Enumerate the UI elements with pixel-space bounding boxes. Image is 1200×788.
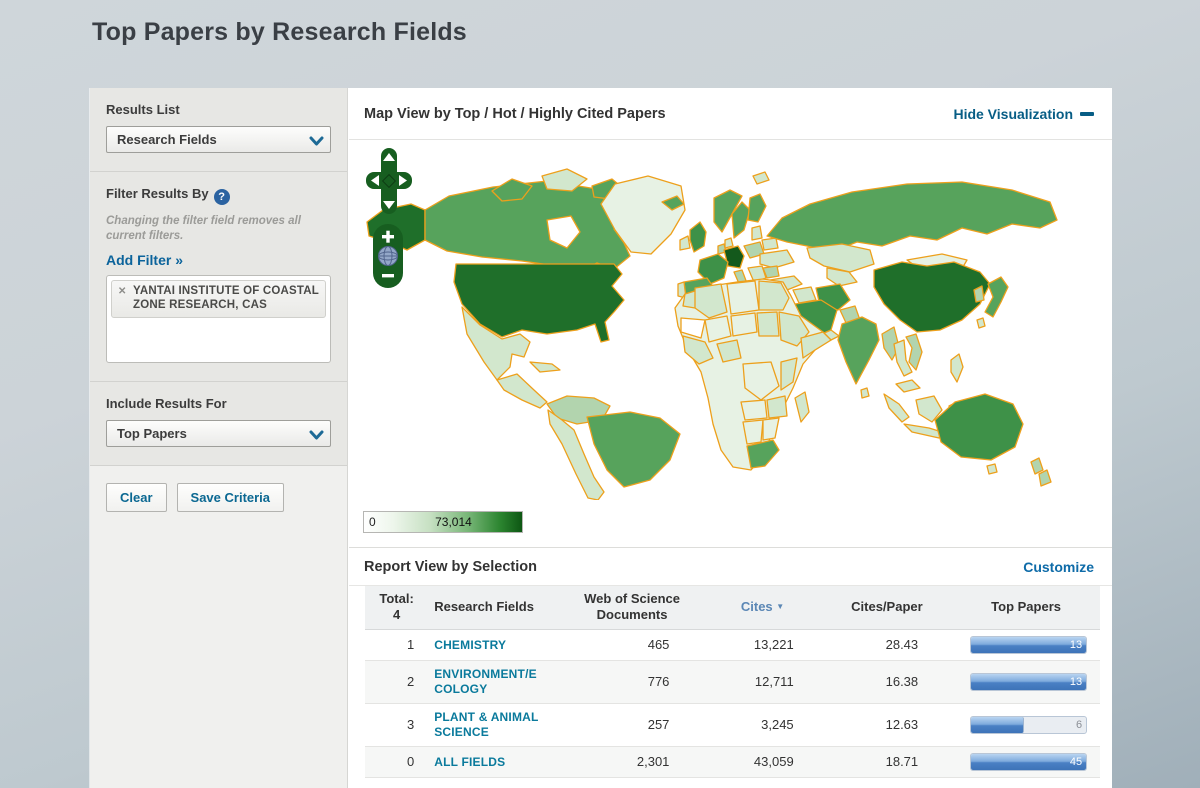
include-results-selected: Top Papers [117,426,187,441]
chevron-down-icon [309,134,324,152]
filters-sidebar: Results List Research Fields Filter Resu… [90,88,348,788]
page-title: Top Papers by Research Fields [92,18,467,47]
cites-per-paper-cell: 12.63 [822,703,952,746]
zoom-out-icon [382,274,394,277]
filter-chip[interactable]: ✕ YANTAI INSTITUTE OF COASTAL ZONE RESEA… [111,280,326,319]
hide-visualization-link[interactable]: Hide Visualization [953,106,1094,122]
field-link[interactable]: CHEMISTRY [434,638,540,653]
total-header: Total:4 [365,586,428,629]
report-table: Total:4 Research Fields Web of Science D… [365,586,1100,778]
table-row: 1 CHEMISTRY 465 13,221 28.43 13 [365,629,1100,660]
column-cites-sort[interactable]: Cites ▼ [703,586,821,629]
column-top-papers: Top Papers [952,586,1100,629]
top-papers-bar: 13 [970,636,1087,654]
results-list-dropdown[interactable]: Research Fields [106,126,331,153]
documents-cell: 2,301 [561,746,704,777]
remove-filter-icon[interactable]: ✕ [118,286,126,297]
main-panel: Map View by Top / Hot / Highly Cited Pap… [349,88,1112,788]
field-link[interactable]: PLANT & ANIMAL SCIENCE [434,710,540,740]
column-cites-per-paper: Cites/Paper [822,586,952,629]
top-papers-bar: 6 [970,716,1087,734]
globe-icon [379,247,398,266]
cites-cell: 13,221 [703,629,821,660]
cites-cell: 43,059 [703,746,821,777]
rank-cell: 1 [365,629,428,660]
table-row: 2 ENVIRONMENT/ECOLOGY 776 12,711 16.38 1… [365,660,1100,703]
map-pan-control[interactable] [365,148,413,214]
report-section-header: Report View by Selection Customize [349,547,1112,586]
add-filter-link[interactable]: Add Filter » [106,252,183,268]
map-visualization: 0 73,014 [349,140,1112,547]
cites-cell: 3,245 [703,703,821,746]
legend-min: 0 [369,515,376,529]
rank-cell: 0 [365,746,428,777]
map-zoom-control[interactable] [372,223,404,289]
filter-results-section: Filter Results By? Changing the filter f… [90,172,347,382]
include-results-section: Include Results For Top Papers [90,382,347,466]
filter-chip-label: YANTAI INSTITUTE OF COASTAL ZONE RESEARC… [133,285,319,313]
field-link[interactable]: ALL FIELDS [434,755,540,770]
customize-link[interactable]: Customize [1023,559,1094,575]
content-card: Results List Research Fields Filter Resu… [90,88,1112,788]
field-link[interactable]: ENVIRONMENT/ECOLOGY [434,667,540,697]
table-header-row: Total:4 Research Fields Web of Science D… [365,586,1100,629]
results-list-selected: Research Fields [117,132,217,147]
map-title: Map View by Top / Hot / Highly Cited Pap… [364,106,666,122]
minus-icon [1080,112,1094,116]
sidebar-buttons: Clear Save Criteria [90,466,347,529]
cites-per-paper-cell: 28.43 [822,629,952,660]
top-papers-bar: 13 [970,673,1087,691]
help-icon[interactable]: ? [214,189,230,205]
sort-desc-icon: ▼ [776,602,784,611]
filter-note: Changing the filter field removes all cu… [106,214,331,244]
cites-cell: 12,711 [703,660,821,703]
map-controls [365,148,417,294]
table-row: 3 PLANT & ANIMAL SCIENCE 257 3,245 12.63… [365,703,1100,746]
report-title: Report View by Selection [364,559,537,575]
table-row: 0 ALL FIELDS 2,301 43,059 18.71 45 [365,746,1100,777]
documents-cell: 776 [561,660,704,703]
results-list-section: Results List Research Fields [90,88,347,172]
legend-max: 73,014 [435,515,472,529]
map-legend: 0 73,014 [363,511,523,533]
save-criteria-button[interactable]: Save Criteria [177,483,285,512]
top-papers-bar: 45 [970,753,1087,771]
filter-results-label: Filter Results By? [106,186,331,205]
clear-button[interactable]: Clear [106,483,167,512]
results-list-label: Results List [106,102,331,117]
column-documents: Web of Science Documents [561,586,704,629]
documents-cell: 257 [561,703,704,746]
documents-cell: 465 [561,629,704,660]
include-results-label: Include Results For [106,396,331,411]
include-results-dropdown[interactable]: Top Papers [106,420,331,447]
rank-cell: 2 [365,660,428,703]
rank-cell: 3 [365,703,428,746]
cites-per-paper-cell: 18.71 [822,746,952,777]
cites-per-paper-cell: 16.38 [822,660,952,703]
chevron-down-icon [309,428,324,446]
column-research-fields: Research Fields [428,586,561,629]
world-map[interactable] [361,160,1061,500]
active-filters-box: ✕ YANTAI INSTITUTE OF COASTAL ZONE RESEA… [106,275,331,363]
map-section-header: Map View by Top / Hot / Highly Cited Pap… [349,88,1112,140]
